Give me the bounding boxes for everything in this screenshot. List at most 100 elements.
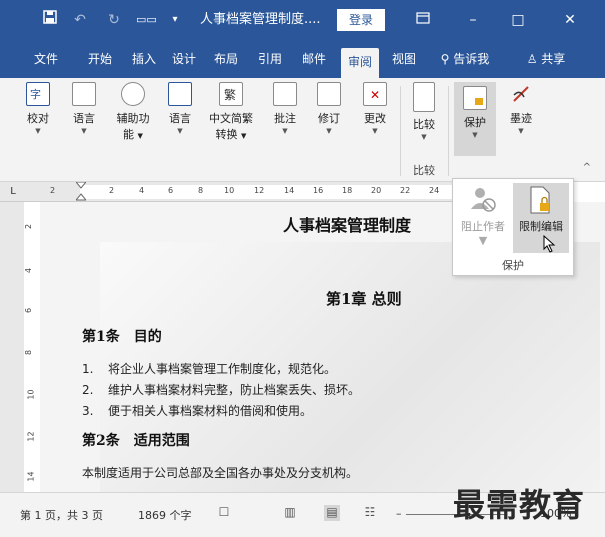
protect-group-label: 保护 <box>502 259 524 272</box>
tab-layout[interactable]: 布局 <box>208 46 244 72</box>
indent-marker-icon[interactable] <box>76 182 86 202</box>
comment-icon <box>273 82 297 106</box>
compare-button[interactable]: 比较 ▼ <box>404 82 444 141</box>
title-bar: ↶ ↻ ▭▭ ▾ 人事档案管理制度.... 登录 – □ ✕ <box>0 0 605 40</box>
restrict-editing-icon <box>530 186 550 214</box>
word-count[interactable]: 1869 个字 <box>138 507 192 523</box>
tab-view[interactable]: 视图 <box>386 46 422 72</box>
chevron-down-icon: ▼ <box>472 131 478 139</box>
tab-design[interactable]: 设计 <box>166 46 202 72</box>
ruler-mark: 20 <box>371 186 382 195</box>
redo-icon[interactable]: ↻ <box>104 10 124 30</box>
protect-dropdown: 阻止作者 ▼ 限制编辑 保护 <box>452 178 574 276</box>
maximize-button[interactable]: □ <box>500 8 536 32</box>
tab-file[interactable]: 文件 <box>26 46 66 72</box>
tab-references[interactable]: 引用 <box>252 46 288 72</box>
ink-button[interactable]: 墨迹 ▼ <box>502 82 540 135</box>
changes-button[interactable]: ✕ 更改 ▼ <box>358 82 392 135</box>
list-item: 3. 便于相关人事档案材料的借阅和使用。 <box>82 402 312 419</box>
lock-document-icon <box>463 86 487 110</box>
compare-icon <box>413 82 435 112</box>
ruler-mark: 18 <box>342 186 353 195</box>
paragraph: 本制度适用于公司总部及全国各办事处及分支机构。 <box>82 466 359 480</box>
tab-home[interactable]: 开始 <box>82 46 118 72</box>
ink-label: 墨迹 <box>510 112 532 125</box>
comments-button[interactable]: 批注 ▼ <box>268 82 302 135</box>
comments-label: 批注 <box>274 112 296 125</box>
print-layout-icon[interactable]: ▤ <box>324 505 340 521</box>
list-item: 1. 将企业人事档案管理工作制度化，规范化。 <box>82 360 336 377</box>
chinese-conversion-button[interactable]: 繁 中文简繁 转换 ▼ <box>202 82 260 142</box>
proofing-status-icon[interactable]: ☐ <box>216 505 232 521</box>
restrict-editing-label: 限制编辑 <box>519 220 563 233</box>
chevron-down-icon: ▼ <box>137 132 143 140</box>
restrict-editing-button[interactable]: 限制编辑 <box>513 183 569 253</box>
list-number: 3. <box>82 404 94 418</box>
web-layout-icon[interactable]: ☷ <box>362 505 378 521</box>
block-authors-button[interactable]: 阻止作者 ▼ <box>455 183 511 253</box>
ruler-mark: 16 <box>313 186 324 195</box>
zoom-out-icon[interactable]: – <box>396 507 402 520</box>
chevron-down-icon: ▼ <box>518 127 524 135</box>
accessibility-button[interactable]: 辅助功 能 ▼ <box>110 82 156 142</box>
collapse-ribbon-icon[interactable]: ^ <box>583 162 591 173</box>
ruler-mark: 4 <box>139 186 145 195</box>
chevron-down-icon: ▼ <box>282 127 288 135</box>
accessibility-label-1: 辅助功 <box>116 112 150 125</box>
language-button[interactable]: 语言 ▼ <box>162 82 198 135</box>
svg-text:繁: 繁 <box>224 87 236 102</box>
tab-review[interactable]: 审阅 <box>341 48 379 78</box>
chapter-heading: 第1章 总则 <box>326 290 402 308</box>
ruler-mark: 2 <box>109 186 115 195</box>
tab-selector[interactable]: L <box>6 185 20 199</box>
ribbon-tabs: 文件 开始 插入 设计 布局 引用 邮件 审阅 视图 ⚲ 告诉我 ♙ 共享 <box>0 40 605 78</box>
compare-group-label: 比较 <box>413 164 435 177</box>
minimize-button[interactable]: – <box>455 8 491 32</box>
share-label: 共享 <box>541 52 566 66</box>
save-icon[interactable] <box>40 10 60 30</box>
vruler-white-area <box>24 202 40 492</box>
ribbon-separator <box>400 86 401 176</box>
login-button[interactable]: 登录 <box>337 9 385 31</box>
ruler-mark: 8 <box>24 349 34 356</box>
chevron-down-icon: ▼ <box>81 127 87 135</box>
language-label: 语言 <box>73 112 95 125</box>
language-icon <box>72 82 96 106</box>
article-heading: 第1条 目的 <box>82 329 162 345</box>
customize-qat-icon[interactable]: ▾ <box>168 10 182 30</box>
list-item: 2. 维护人事档案材料完整，防止档案丢失、损坏。 <box>82 381 360 398</box>
chinese-conversion-label-1: 中文简繁 <box>209 112 253 125</box>
ruler-mark: 2 <box>24 223 34 230</box>
language-group-button[interactable]: 语言 ▼ <box>66 82 102 135</box>
vertical-ruler: 2 4 6 8 10 12 14 <box>0 202 40 492</box>
share-button[interactable]: ♙ 共享 <box>518 46 574 72</box>
list-text: 便于相关人事档案材料的借阅和使用。 <box>108 404 313 418</box>
list-number: 2. <box>82 383 94 397</box>
accessibility-icon <box>121 82 145 106</box>
close-button[interactable]: ✕ <box>552 8 588 32</box>
tab-insert[interactable]: 插入 <box>126 46 162 72</box>
document-heading: 人事档案管理制度 <box>283 216 412 235</box>
track-changes-button[interactable]: 修订 ▼ <box>312 82 346 135</box>
track-changes-icon <box>317 82 341 106</box>
accessibility-label-2: 能 ▼ <box>110 126 156 142</box>
page-count[interactable]: 第 1 页，共 3 页 <box>20 507 103 523</box>
tab-mailings[interactable]: 邮件 <box>296 46 332 72</box>
ruler-mark: 14 <box>284 186 295 195</box>
undo-icon[interactable]: ↶ <box>70 10 90 30</box>
ruler-mark: 2 <box>50 186 56 195</box>
changes-label: 更改 <box>364 112 386 125</box>
protect-button[interactable]: 保护 ▼ <box>454 82 496 156</box>
touch-mode-icon[interactable]: ▭▭ <box>136 10 157 30</box>
ruler-mark: 6 <box>24 307 34 314</box>
list-text: 维护人事档案材料完整，防止档案丢失、损坏。 <box>108 383 361 397</box>
search-icon: ⚲ <box>440 52 450 66</box>
spelling-check-icon: 字 <box>26 82 50 106</box>
chinese-conversion-label-2-text: 转换 <box>215 128 238 141</box>
ribbon-display-icon[interactable] <box>405 8 441 32</box>
read-mode-icon[interactable]: ▥ <box>282 505 298 521</box>
tab-tell-me[interactable]: ⚲ 告诉我 <box>434 46 496 72</box>
horizontal-ruler: L 2 2 4 6 8 10 12 14 16 18 20 22 24 <box>0 182 452 202</box>
ruler-mark: 12 <box>254 186 265 195</box>
proofing-button[interactable]: 字 校对 ▼ <box>20 82 56 135</box>
